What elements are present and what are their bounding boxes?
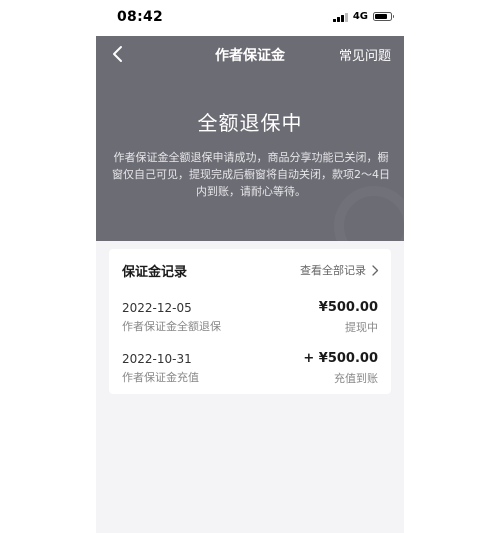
signal-icon bbox=[333, 12, 348, 22]
view-all-label: 查看全部记录 bbox=[300, 264, 366, 277]
records-title: 保证金记录 bbox=[122, 265, 188, 280]
status-bar: 08:42 4G bbox=[96, 0, 404, 36]
refund-header: 作者保证金 常见问题 全额退保中 作者保证金全额退保申请成功，商品分享功能已关闭… bbox=[96, 36, 404, 241]
nav-bar: 作者保证金 常见问题 bbox=[96, 36, 404, 72]
record-date: 2022-12-05 bbox=[122, 301, 192, 315]
network-type: 4G bbox=[352, 11, 368, 22]
record-row[interactable]: 2022-10-31 作者保证金充值 + ¥500.00 充值到账 bbox=[122, 351, 378, 388]
record-type: 作者保证金充值 bbox=[122, 371, 199, 384]
refund-description: 作者保证金全额退保申请成功，商品分享功能已关闭，橱窗仅自己可见，提现完成后橱窗将… bbox=[112, 151, 390, 198]
battery-icon bbox=[373, 12, 394, 21]
status-time: 08:42 bbox=[117, 9, 164, 25]
record-status: 充值到账 bbox=[334, 372, 378, 385]
record-row[interactable]: 2022-12-05 作者保证金全额退保 ¥500.00 提现中 bbox=[122, 300, 378, 337]
record-status: 提现中 bbox=[345, 321, 378, 334]
record-type: 作者保证金全额退保 bbox=[122, 320, 221, 333]
chevron-right-icon bbox=[372, 264, 379, 276]
record-amount: + ¥500.00 bbox=[303, 351, 378, 366]
faq-link[interactable]: 常见问题 bbox=[339, 45, 391, 64]
view-all-records-link[interactable]: 查看全部记录 bbox=[300, 262, 379, 278]
phone-screen: 08:42 4G 作者保证金 常见问题 全额退保中 作者保证金全额退保申请成功，… bbox=[0, 0, 500, 533]
refund-status-title: 全额退保中 bbox=[197, 111, 303, 135]
record-date: 2022-10-31 bbox=[122, 352, 192, 366]
record-amount: ¥500.00 bbox=[318, 300, 378, 315]
content-area: 保证金记录 查看全部记录 2022-12-05 作者保证金全额退保 ¥500.0… bbox=[96, 241, 404, 533]
deposit-records-card: 保证金记录 查看全部记录 2022-12-05 作者保证金全额退保 ¥500.0… bbox=[109, 249, 391, 394]
status-indicators: 4G bbox=[333, 11, 394, 22]
